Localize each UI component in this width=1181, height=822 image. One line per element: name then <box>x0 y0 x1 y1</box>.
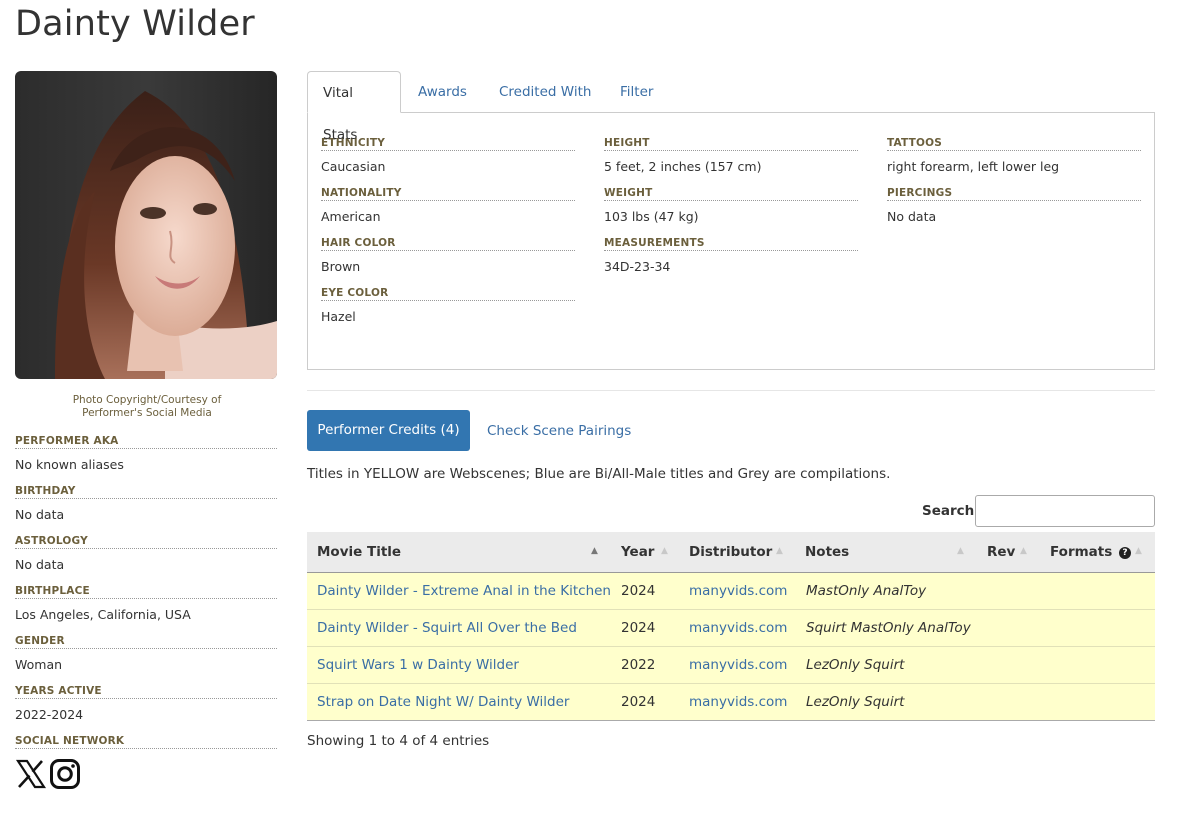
column-header-formats[interactable]: Formats ? <box>1050 532 1131 573</box>
bio-value-birthday: No data <box>15 507 65 522</box>
performer-sidebar: Photo Copyright/Courtesy of Performer's … <box>15 71 277 790</box>
movie-title-link[interactable]: Squirt Wars 1 w Dainty Wilder <box>317 657 519 673</box>
bio-label-aka: PERFORMER AKA <box>15 435 277 449</box>
stat-value-nationality: American <box>321 209 381 224</box>
stat-label-nationality: NATIONALITY <box>321 187 575 201</box>
movie-notes: LezOnly Squirt <box>806 694 905 710</box>
movie-year: 2024 <box>621 694 656 710</box>
tab-filter[interactable]: Filter <box>605 71 668 113</box>
table-row: Squirt Wars 1 w Dainty Wilder 2022 manyv… <box>307 647 1155 684</box>
distributor-link[interactable]: manyvids.com <box>689 620 787 636</box>
bio-label-gender: GENDER <box>15 635 277 649</box>
vital-stats-column-1: ETHNICITY Caucasian NATIONALITY American… <box>321 137 575 337</box>
column-header-year[interactable]: Year <box>621 532 654 573</box>
bio-list: PERFORMER AKA No known aliases BIRTHDAY … <box>15 435 277 749</box>
movie-notes: Squirt MastOnly AnalToy <box>806 620 971 636</box>
tab-vital-stats[interactable]: Vital Stats <box>307 71 401 143</box>
vital-stats-column-2: HEIGHT 5 feet, 2 inches (157 cm) WEIGHT … <box>604 137 858 287</box>
bio-label-years-active: YEARS ACTIVE <box>15 685 277 699</box>
help-icon[interactable]: ? <box>1118 547 1131 559</box>
tab-credited-with[interactable]: Credited With <box>484 71 606 113</box>
table-row: Strap on Date Night W/ Dainty Wilder 202… <box>307 684 1155 721</box>
performer-credits-button[interactable]: Performer Credits (4) <box>307 410 470 451</box>
stat-label-eye-color: EYE COLOR <box>321 287 575 301</box>
movie-notes: LezOnly Squirt <box>806 657 905 673</box>
sort-icon[interactable]: ▲ <box>776 532 783 573</box>
stat-label-ethnicity: ETHNICITY <box>321 137 575 151</box>
movie-title-link[interactable]: Strap on Date Night W/ Dainty Wilder <box>317 694 570 710</box>
page-title: Dainty Wilder <box>15 4 255 44</box>
credits-table: Movie Title ▲ Year ▲ Distributor ▲ Notes… <box>307 532 1155 721</box>
stat-label-weight: WEIGHT <box>604 187 858 201</box>
sort-icon[interactable]: ▲ <box>661 532 668 573</box>
stat-value-eye-color: Hazel <box>321 309 356 324</box>
stat-value-tattoos: right forearm, left lower leg <box>887 159 1060 174</box>
stat-label-measurements: MEASUREMENTS <box>604 237 858 251</box>
bio-label-astrology: ASTROLOGY <box>15 535 277 549</box>
title-color-legend: Titles in YELLOW are Webscenes; Blue are… <box>307 466 891 482</box>
instagram-icon[interactable] <box>49 758 81 790</box>
distributor-link[interactable]: manyvids.com <box>689 657 787 673</box>
social-links <box>15 758 277 790</box>
column-header-notes[interactable]: Notes <box>805 532 849 573</box>
table-row: Dainty Wilder - Extreme Anal in the Kitc… <box>307 573 1155 610</box>
bio-label-birthday: BIRTHDAY <box>15 485 277 499</box>
movie-year: 2024 <box>621 583 656 599</box>
bio-label-birthplace: BIRTHPLACE <box>15 585 277 599</box>
performer-photo <box>15 71 277 379</box>
table-info: Showing 1 to 4 of 4 entries <box>307 733 490 749</box>
section-divider <box>307 390 1155 391</box>
movie-notes: MastOnly AnalToy <box>806 583 927 599</box>
x-twitter-icon[interactable] <box>15 758 47 790</box>
sort-asc-icon[interactable]: ▲ <box>591 532 598 573</box>
vital-stats-column-3: TATTOOS right forearm, left lower leg PI… <box>887 137 1141 237</box>
formats-label: Formats <box>1050 544 1113 560</box>
movie-year: 2022 <box>621 657 656 673</box>
check-scene-pairings-link[interactable]: Check Scene Pairings <box>487 423 631 439</box>
stat-label-tattoos: TATTOOS <box>887 137 1141 151</box>
search-input[interactable] <box>975 495 1155 527</box>
movie-title-link[interactable]: Dainty Wilder - Squirt All Over the Bed <box>317 620 577 636</box>
search-label: Search: <box>922 503 980 519</box>
stat-value-ethnicity: Caucasian <box>321 159 386 174</box>
sort-icon[interactable]: ▲ <box>957 532 964 573</box>
bio-label-social-network: SOCIAL NETWORK <box>15 735 277 749</box>
bio-value-years-active: 2022-2024 <box>15 707 84 722</box>
distributor-link[interactable]: manyvids.com <box>689 694 787 710</box>
table-row: Dainty Wilder - Squirt All Over the Bed … <box>307 610 1155 647</box>
column-header-movie-title[interactable]: Movie Title <box>317 532 401 573</box>
photo-caption: Photo Copyright/Courtesy of Performer's … <box>72 394 222 419</box>
sort-icon[interactable]: ▲ <box>1020 532 1027 573</box>
stat-value-hair-color: Brown <box>321 259 361 274</box>
stat-label-height: HEIGHT <box>604 137 858 151</box>
stat-value-height: 5 feet, 2 inches (157 cm) <box>604 159 762 174</box>
stat-label-piercings: PIERCINGS <box>887 187 1141 201</box>
credits-table-header: Movie Title ▲ Year ▲ Distributor ▲ Notes… <box>307 532 1155 573</box>
distributor-link[interactable]: manyvids.com <box>689 583 787 599</box>
stat-label-hair-color: HAIR COLOR <box>321 237 575 251</box>
bio-value-birthplace: Los Angeles, California, USA <box>15 607 191 622</box>
bio-value-gender: Woman <box>15 657 63 672</box>
bio-value-aka: No known aliases <box>15 457 124 472</box>
column-header-distributor[interactable]: Distributor <box>689 532 772 573</box>
sort-icon[interactable]: ▲ <box>1135 532 1142 573</box>
bio-value-astrology: No data <box>15 557 65 572</box>
column-header-rev[interactable]: Rev <box>987 532 1015 573</box>
movie-year: 2024 <box>621 620 656 636</box>
vital-stats-panel: ETHNICITY Caucasian NATIONALITY American… <box>307 112 1155 370</box>
stat-value-measurements: 34D-23-34 <box>604 259 671 274</box>
stat-value-weight: 103 lbs (47 kg) <box>604 209 699 224</box>
vital-stats-tabs: Vital Stats Awards Credited With Filter <box>307 71 1155 143</box>
tab-awards[interactable]: Awards <box>403 71 482 113</box>
stat-value-piercings: No data <box>887 209 937 224</box>
movie-title-link[interactable]: Dainty Wilder - Extreme Anal in the Kitc… <box>317 583 611 599</box>
